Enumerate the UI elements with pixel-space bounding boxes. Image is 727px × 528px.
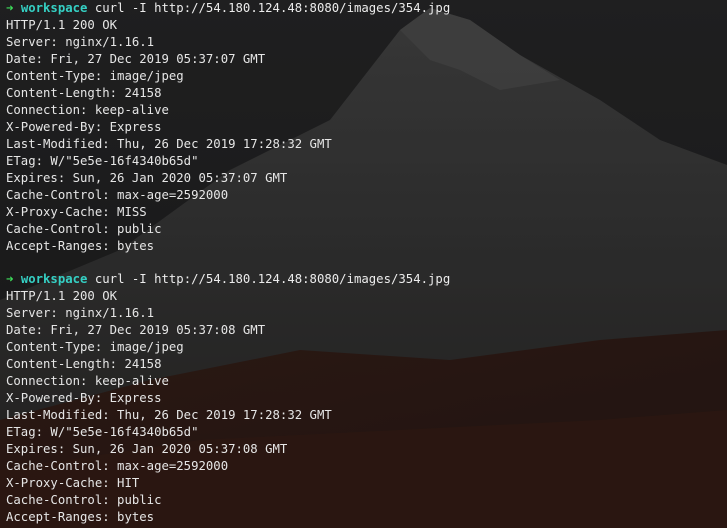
output-line: HTTP/1.1 200 OK xyxy=(6,18,118,32)
output-line: X-Powered-By: Express xyxy=(6,120,162,134)
output-line: Date: Fri, 27 Dec 2019 05:37:08 GMT xyxy=(6,323,266,337)
prompt-directory: workspace xyxy=(20,1,88,15)
output-line: Cache-Control: max-age=2592000 xyxy=(6,459,229,473)
output-line: Cache-Control: max-age=2592000 xyxy=(6,188,229,202)
output-line: Accept-Ranges: bytes xyxy=(6,510,155,524)
output-line: Expires: Sun, 26 Jan 2020 05:37:07 GMT xyxy=(6,171,288,185)
output-line: Last-Modified: Thu, 26 Dec 2019 17:28:32… xyxy=(6,137,332,151)
terminal-output: ➜ workspace curl -I http://54.180.124.48… xyxy=(6,0,721,526)
output-line: X-Powered-By: Express xyxy=(6,391,162,405)
output-line: HTTP/1.1 200 OK xyxy=(6,289,118,303)
output-line: Cache-Control: public xyxy=(6,493,162,507)
output-line: Last-Modified: Thu, 26 Dec 2019 17:28:32… xyxy=(6,408,332,422)
command-text: curl -I http://54.180.124.48:8080/images… xyxy=(94,1,451,15)
output-line: Content-Length: 24158 xyxy=(6,357,162,371)
prompt-directory: workspace xyxy=(20,272,88,286)
terminal-window[interactable]: ➜ workspace curl -I http://54.180.124.48… xyxy=(0,0,727,528)
output-line: Cache-Control: public xyxy=(6,222,162,236)
prompt-line: ➜ workspace curl -I http://54.180.124.48… xyxy=(6,0,721,17)
output-line: Connection: keep-alive xyxy=(6,374,169,388)
command-text: curl -I http://54.180.124.48:8080/images… xyxy=(94,272,451,286)
output-line: Expires: Sun, 26 Jan 2020 05:37:08 GMT xyxy=(6,442,288,456)
output-line: X-Proxy-Cache: HIT xyxy=(6,476,140,490)
output-line: Accept-Ranges: bytes xyxy=(6,239,155,253)
output-line: ETag: W/"5e5e-16f4340b65d" xyxy=(6,154,199,168)
prompt-arrow-icon: ➜ xyxy=(6,1,14,15)
output-line: Server: nginx/1.16.1 xyxy=(6,35,155,49)
output-line: Content-Type: image/jpeg xyxy=(6,69,184,83)
output-line: ETag: W/"5e5e-16f4340b65d" xyxy=(6,425,199,439)
output-line: X-Proxy-Cache: MISS xyxy=(6,205,147,219)
output-line: Date: Fri, 27 Dec 2019 05:37:07 GMT xyxy=(6,52,266,66)
output-line: Connection: keep-alive xyxy=(6,103,169,117)
output-line: Content-Length: 24158 xyxy=(6,86,162,100)
prompt-arrow-icon: ➜ xyxy=(6,272,14,286)
output-line: Content-Type: image/jpeg xyxy=(6,340,184,354)
prompt-line: ➜ workspace curl -I http://54.180.124.48… xyxy=(6,271,721,288)
output-line: Server: nginx/1.16.1 xyxy=(6,306,155,320)
